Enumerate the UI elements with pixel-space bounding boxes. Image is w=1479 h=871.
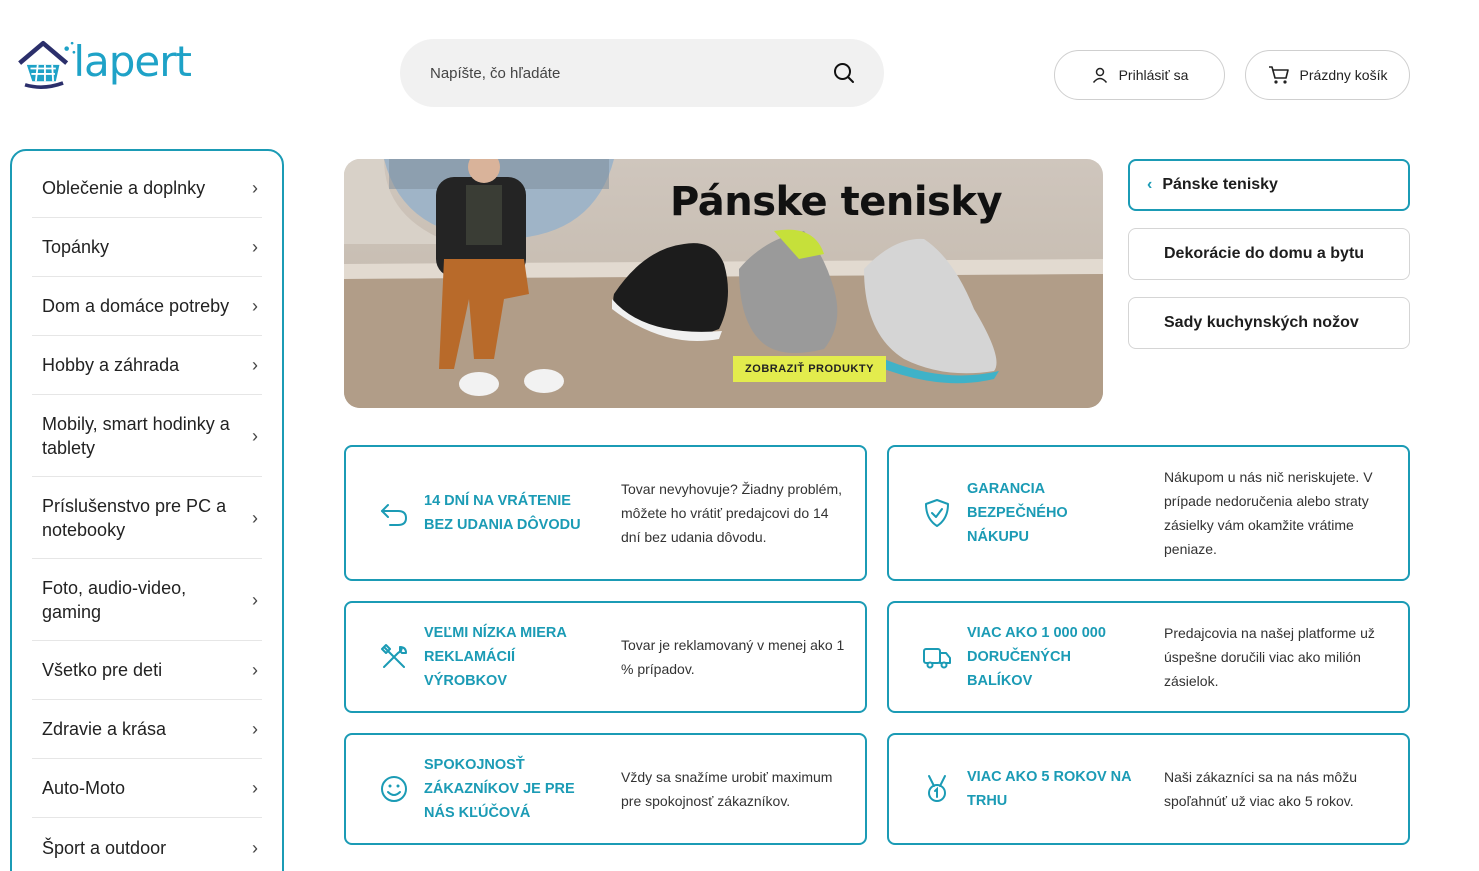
feature-title: GARANCIA BEZPEČNÉHO NÁKUPU (967, 481, 1068, 545)
feature-title: SPOKOJNOSŤ ZÁKAZNÍKOV JE PRE NÁS KĽÚČOVÁ (424, 757, 575, 821)
sidebar-item-photo-av[interactable]: Foto, audio-video, gaming › (32, 559, 262, 641)
chevron-right-icon: › (252, 719, 258, 739)
feature-title: VIAC AKO 1 000 000 DORUČENÝCH BALÍKOV (967, 625, 1106, 689)
medal-icon (928, 775, 946, 802)
chevron-right-icon: › (252, 660, 258, 680)
side-link-label: Sady kuchynských nožov (1164, 314, 1359, 331)
sidebar-item-label: Príslušenstvo pre PC a notebooky (42, 495, 227, 540)
search-icon[interactable] (832, 61, 856, 85)
sidebar-item-label: Šport a outdoor (42, 837, 167, 858)
side-link-label: Pánske tenisky (1162, 176, 1278, 193)
sidebar-item-sport-outdoor[interactable]: Šport a outdoor › (32, 818, 262, 871)
chevron-left-icon: ‹ (1147, 176, 1153, 193)
side-link-home-decor[interactable]: Dekorácie do domu a bytu (1128, 228, 1410, 280)
search-input[interactable] (430, 64, 832, 82)
logo-text: lapert (73, 36, 192, 86)
banner-title: Pánske tenisky (670, 179, 1003, 225)
sidebar-item-label: Všetko pre deti (42, 660, 163, 680)
chevron-right-icon: › (252, 237, 258, 257)
feature-card-guarantee: GARANCIA BEZPEČNÉHO NÁKUPU Nákupom u nás… (887, 445, 1410, 581)
login-label: Prihlásiť sa (1118, 67, 1189, 83)
side-link-label: Dekorácie do domu a bytu (1164, 245, 1365, 262)
sidebar-item-hobby-garden[interactable]: Hobby a záhrada › (32, 336, 262, 395)
feature-description: Tovar nevyhovuje? Žiadny problém, môžete… (621, 481, 843, 545)
chevron-right-icon: › (252, 837, 258, 858)
user-icon (1092, 67, 1107, 83)
show-products-button[interactable]: ZOBRAZIŤ PRODUKTY (733, 356, 886, 382)
sidebar-item-label: Mobily, smart hodinky a tablety (42, 413, 230, 458)
sidebar-item-label: Foto, audio-video, gaming (42, 577, 187, 622)
cart-label: Prázdny košík (1299, 67, 1388, 83)
sidebar-item-mobiles[interactable]: Mobily, smart hodinky a tablety › (32, 395, 262, 477)
feature-card-satisfaction: SPOKOJNOSŤ ZÁKAZNÍKOV JE PRE NÁS KĽÚČOVÁ… (344, 733, 867, 845)
search-bar (400, 39, 884, 107)
sidebar-item-shoes[interactable]: Topánky › (32, 218, 262, 277)
feature-card-deliveries: VIAC AKO 1 000 000 DORUČENÝCH BALÍKOV Pr… (887, 601, 1410, 713)
chevron-right-icon: › (252, 178, 258, 198)
sidebar-item-label: Zdravie a krása (42, 719, 167, 739)
feature-title: VIAC AKO 5 ROKOV NA TRHU (967, 769, 1132, 809)
cart-button[interactable]: Prázdny košík (1245, 50, 1410, 100)
sidebar-item-auto-moto[interactable]: Auto-Moto › (32, 759, 262, 818)
feature-card-years: VIAC AKO 5 ROKOV NA TRHU Naši zákazníci … (887, 733, 1410, 845)
smile-icon (381, 776, 407, 802)
site-logo[interactable]: lapert (16, 34, 192, 94)
feature-description: Vždy sa snažíme urobiť maximum pre spoko… (621, 769, 833, 809)
sidebar-item-clothing[interactable]: Oblečenie a doplnky › (32, 159, 262, 218)
feature-title: VEĽMI NÍZKA MIERA REKLAMÁCIÍ VÝROBKOV (424, 625, 567, 689)
feature-card-complaints: VEĽMI NÍZKA MIERA REKLAMÁCIÍ VÝROBKOV To… (344, 601, 867, 713)
chevron-right-icon: › (252, 355, 258, 375)
tools-icon (381, 644, 407, 668)
sidebar-item-label: Topánky (42, 237, 110, 257)
sidebar-item-label: Oblečenie a doplnky (42, 178, 206, 198)
chevron-right-icon: › (252, 296, 258, 316)
sidebar-item-kids[interactable]: Všetko pre deti › (32, 641, 262, 700)
chevron-right-icon: › (252, 425, 258, 446)
feature-description: Tovar je reklamovaný v menej ako 1 % prí… (621, 637, 845, 677)
chevron-right-icon: › (252, 507, 258, 528)
feature-description: Nákupom u nás nič neriskujete. V prípade… (1164, 469, 1373, 557)
feature-card-returns: 14 DNÍ NA VRÁTENIE BEZ UDANIA DÔVODU Tov… (344, 445, 867, 581)
chevron-right-icon: › (252, 589, 258, 610)
sidebar-item-home[interactable]: Dom a domáce potreby › (32, 277, 262, 336)
feature-description: Predajcovia na našej platforme už úspešn… (1164, 625, 1375, 689)
promo-banner[interactable]: Pánske tenisky ZOBRAZIŤ PRODUKTY (344, 159, 1103, 408)
category-sidebar: Oblečenie a doplnky › Topánky › Dom a domá… (10, 149, 284, 871)
feature-description: Naši zákazníci sa na nás môžu spoľahnúť … (1164, 769, 1357, 809)
truck-icon (923, 648, 951, 669)
shield-check-icon (925, 499, 949, 527)
login-button[interactable]: Prihlásiť sa (1054, 50, 1225, 100)
sidebar-item-pc-accessories[interactable]: Príslušenstvo pre PC a notebooky › (32, 477, 262, 559)
sidebar-item-label: Auto-Moto (42, 778, 126, 798)
sidebar-item-health-beauty[interactable]: Zdravie a krása › (32, 700, 262, 759)
side-link-mens-sneakers[interactable]: ‹ Pánske tenisky (1128, 159, 1410, 211)
return-arrow-icon (381, 504, 408, 526)
feature-title: 14 DNÍ NA VRÁTENIE BEZ UDANIA DÔVODU (424, 493, 581, 533)
side-link-knife-sets[interactable]: Sady kuchynských nožov (1128, 297, 1410, 349)
cart-house-logo-icon (18, 40, 76, 89)
cart-icon (1268, 66, 1289, 84)
sidebar-item-label: Dom a domáce potreby (42, 296, 230, 316)
chevron-right-icon: › (252, 778, 258, 798)
sidebar-item-label: Hobby a záhrada (42, 355, 180, 375)
